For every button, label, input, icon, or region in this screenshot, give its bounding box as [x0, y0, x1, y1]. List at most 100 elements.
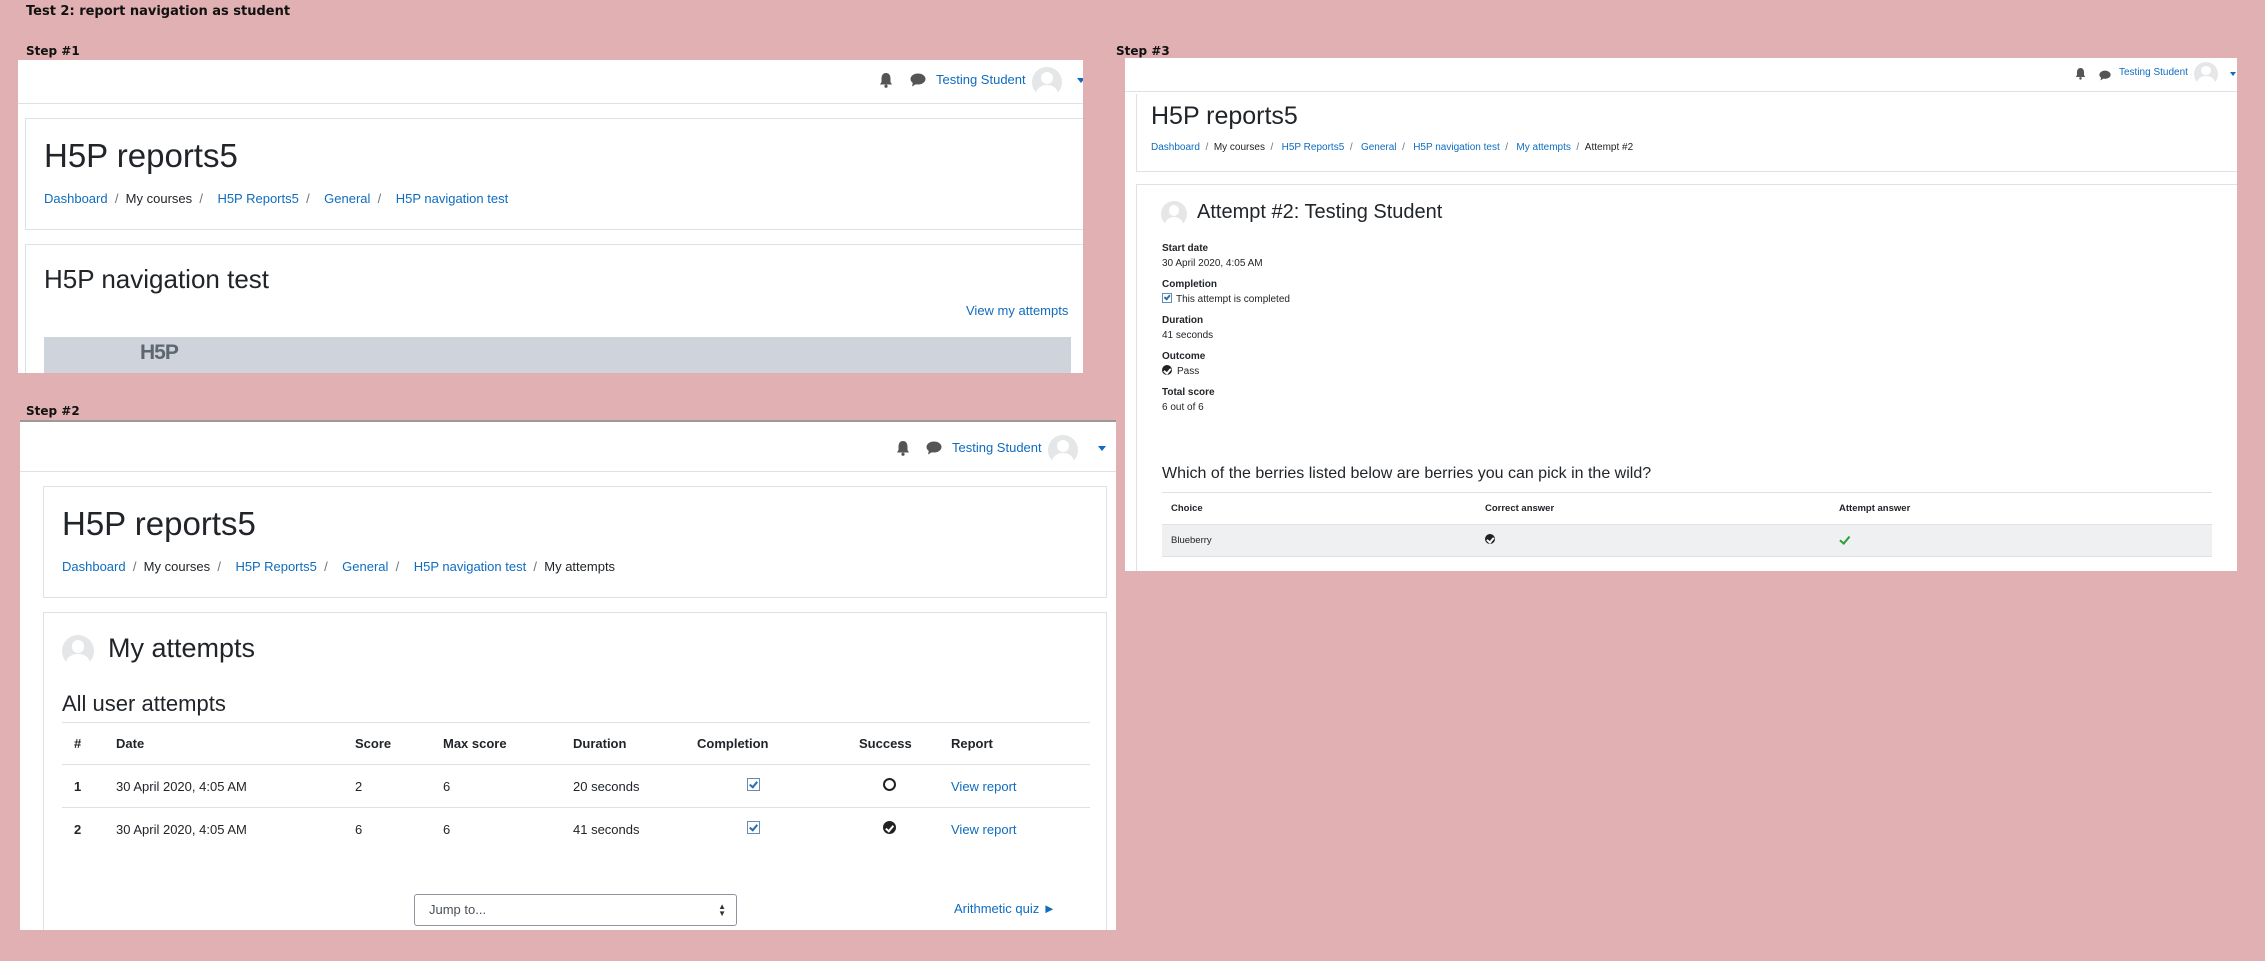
breadcrumb: Dashboard / My courses / H5P Reports5 / … [1151, 142, 1634, 153]
breadcrumb-activity[interactable]: H5P navigation test [414, 559, 527, 574]
avatar[interactable] [2194, 62, 2218, 86]
outcome-value: Pass [1177, 366, 1200, 377]
avatar [1161, 201, 1187, 227]
breadcrumb-dashboard[interactable]: Dashboard [62, 559, 126, 574]
caret-down-icon[interactable] [1098, 446, 1106, 451]
activity-title: H5P navigation test [44, 264, 269, 294]
table-row: 1 30 April 2020, 4:05 AM 2 6 20 seconds … [62, 764, 1090, 808]
row-date: 30 April 2020, 4:05 AM [116, 821, 247, 837]
row-score: 6 [355, 821, 363, 837]
h5p-logo: H5P [140, 341, 179, 364]
completed-check-icon [1162, 293, 1172, 303]
start-date-label: Start date [1162, 243, 1209, 254]
navbar: Testing Student [18, 60, 1083, 104]
test-title: Test 2: report navigation as student [26, 4, 291, 19]
select-arrows-icon: ▲ ▼ [718, 902, 726, 918]
breadcrumb-section[interactable]: General [324, 191, 370, 206]
attempt-heading: Attempt #2: Testing Student [1197, 201, 1443, 223]
avatar[interactable] [1032, 67, 1062, 97]
col-report: Report [951, 736, 993, 751]
duration-label: Duration [1162, 315, 1204, 326]
pass-check-circle-icon [1162, 365, 1172, 375]
completed-check-icon [747, 821, 760, 835]
navbar: Testing Student [20, 420, 1116, 472]
attempt-card: Attempt #2: Testing Student Start date 3… [1136, 184, 2237, 571]
screenshot-step3: Testing Student H5P reports5 Dashboard /… [1125, 58, 2237, 571]
breadcrumb-activity[interactable]: H5P navigation test [1413, 142, 1500, 153]
col-score: Score [355, 736, 392, 751]
breadcrumb-my-attempts[interactable]: My attempts [1516, 142, 1570, 153]
jump-to-value: Jump to... [429, 902, 487, 917]
next-activity-link[interactable]: Arithmetic quiz ► [954, 901, 1056, 916]
breadcrumb-my-attempts: My attempts [544, 559, 616, 574]
navbar: Testing Student [1125, 58, 2237, 92]
attempt-details: Start date 30 April 2020, 4:05 AM Comple… [1162, 241, 1290, 415]
col-attempt-answer: Attempt answer [1839, 503, 1911, 514]
row-num: 1 [74, 778, 82, 794]
chat-icon[interactable] [926, 441, 942, 460]
bell-icon[interactable] [896, 440, 910, 461]
row-max-score: 6 [443, 821, 451, 837]
avatar [62, 635, 94, 667]
page-title: H5P reports5 [1151, 102, 1298, 130]
question-text: Which of the berries listed below are be… [1162, 465, 1652, 482]
green-check-icon [1839, 534, 1849, 544]
step2-caption: Step #2 [26, 404, 80, 418]
total-score-label: Total score [1162, 387, 1215, 398]
fail-circle-icon [883, 778, 896, 791]
duration-value: 41 seconds [1162, 330, 1214, 341]
completion-label: Completion [1162, 279, 1217, 290]
jump-to-select[interactable]: Jump to... ▲ ▼ [414, 894, 737, 926]
row-duration: 20 seconds [573, 778, 640, 794]
breadcrumb-activity[interactable]: H5P navigation test [396, 191, 509, 206]
chat-icon[interactable] [910, 73, 926, 92]
caret-down-icon[interactable] [1077, 78, 1083, 83]
start-date-value: 30 April 2020, 4:05 AM [1162, 258, 1263, 269]
col-completion: Completion [697, 736, 769, 751]
attempts-table: # Date Score Max score Duration Completi… [62, 722, 1090, 851]
breadcrumb-course[interactable]: H5P Reports5 [217, 191, 298, 206]
attempts-card: My attempts All user attempts # Date Sco… [43, 612, 1107, 930]
breadcrumb-section[interactable]: General [1361, 142, 1397, 153]
breadcrumb-attempt: Attempt #2 [1584, 142, 1634, 153]
bell-icon[interactable] [879, 72, 893, 93]
attempts-heading: My attempts [108, 633, 256, 663]
breadcrumb-course[interactable]: H5P Reports5 [1282, 142, 1345, 153]
breadcrumb-dashboard[interactable]: Dashboard [1151, 142, 1200, 153]
view-my-attempts-link[interactable]: View my attempts [966, 303, 1068, 318]
breadcrumb-section[interactable]: General [342, 559, 388, 574]
breadcrumb: Dashboard / My courses / H5P Reports5 / … [62, 559, 616, 574]
breadcrumb-dashboard[interactable]: Dashboard [44, 191, 108, 206]
row-num: 2 [74, 821, 82, 837]
table-row: Blueberry [1162, 524, 2212, 557]
user-menu-name[interactable]: Testing Student [952, 440, 1042, 455]
avatar[interactable] [1048, 435, 1078, 465]
breadcrumb-my-courses: My courses [143, 559, 211, 574]
caret-down-icon[interactable] [2230, 72, 2236, 76]
total-score-value: 6 out of 6 [1162, 402, 1204, 413]
screenshot-step2: Testing Student H5P reports5 Dashboard /… [20, 420, 1116, 930]
page-title: H5P reports5 [44, 137, 238, 174]
step3-caption: Step #3 [1116, 44, 1170, 58]
col-num: # [74, 736, 82, 751]
breadcrumb-course[interactable]: H5P Reports5 [235, 559, 316, 574]
breadcrumb-my-courses: My courses [125, 191, 193, 206]
view-report-link[interactable]: View report [951, 822, 1017, 837]
all-attempts-heading: All user attempts [62, 691, 226, 716]
col-choice: Choice [1171, 503, 1203, 514]
bell-icon[interactable] [2075, 67, 2086, 85]
breadcrumb: Dashboard / My courses / H5P Reports5 / … [44, 191, 509, 206]
user-menu-name[interactable]: Testing Student [936, 72, 1026, 87]
col-success: Success [859, 736, 912, 751]
user-menu-name[interactable]: Testing Student [2119, 67, 2188, 78]
page-header: H5P reports5 Dashboard / My courses / H5… [25, 118, 1083, 230]
h5p-content-banner: H5P [44, 337, 1071, 373]
screenshot-step1: Testing Student H5P reports5 Dashboard /… [18, 60, 1083, 373]
chat-icon[interactable] [2099, 68, 2111, 86]
table-row [1162, 556, 2212, 572]
row-duration: 41 seconds [573, 821, 640, 837]
view-report-link[interactable]: View report [951, 779, 1017, 794]
completion-value: This attempt is completed [1176, 294, 1290, 305]
col-date: Date [116, 736, 145, 751]
answers-table: Choice Correct answer Attempt answer Blu… [1162, 492, 2212, 571]
